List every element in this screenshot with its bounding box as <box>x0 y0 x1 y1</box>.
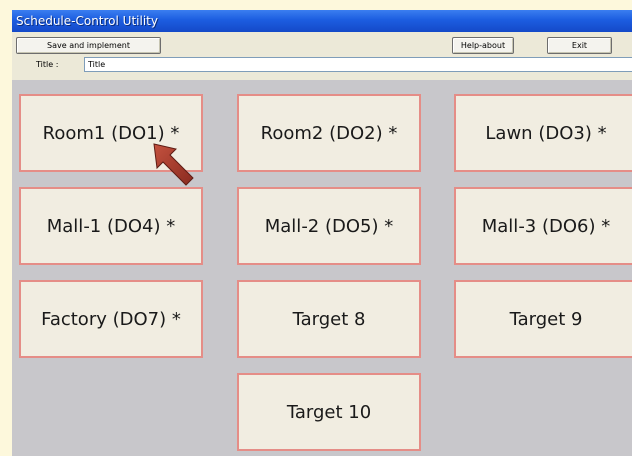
title-input[interactable] <box>84 57 632 72</box>
target-button-2[interactable]: Room2 (DO2) * <box>237 94 421 172</box>
target-button-6[interactable]: Mall-3 (DO6) * <box>454 187 632 265</box>
target-button-7[interactable]: Factory (DO7) * <box>19 280 203 358</box>
target-button-8[interactable]: Target 8 <box>237 280 421 358</box>
arrow-pointer-icon <box>153 143 194 186</box>
window-title: Schedule-Control Utility <box>12 10 632 32</box>
app-window: Schedule-Control Utility Save and implem… <box>12 10 632 456</box>
save-and-implement-button[interactable]: Save and implement <box>16 37 161 54</box>
target-button-3[interactable]: Lawn (DO3) * <box>454 94 632 172</box>
exit-button[interactable]: Exit <box>547 37 612 54</box>
target-button-10[interactable]: Target 10 <box>237 373 421 451</box>
title-label: Title : <box>36 60 59 69</box>
target-button-9[interactable]: Target 9 <box>454 280 632 358</box>
help-about-button[interactable]: Help-about <box>452 37 514 54</box>
target-button-5[interactable]: Mall-2 (DO5) * <box>237 187 421 265</box>
toolbar: Save and implement Help-about Exit Title… <box>12 32 632 80</box>
target-button-4[interactable]: Mall-1 (DO4) * <box>19 187 203 265</box>
